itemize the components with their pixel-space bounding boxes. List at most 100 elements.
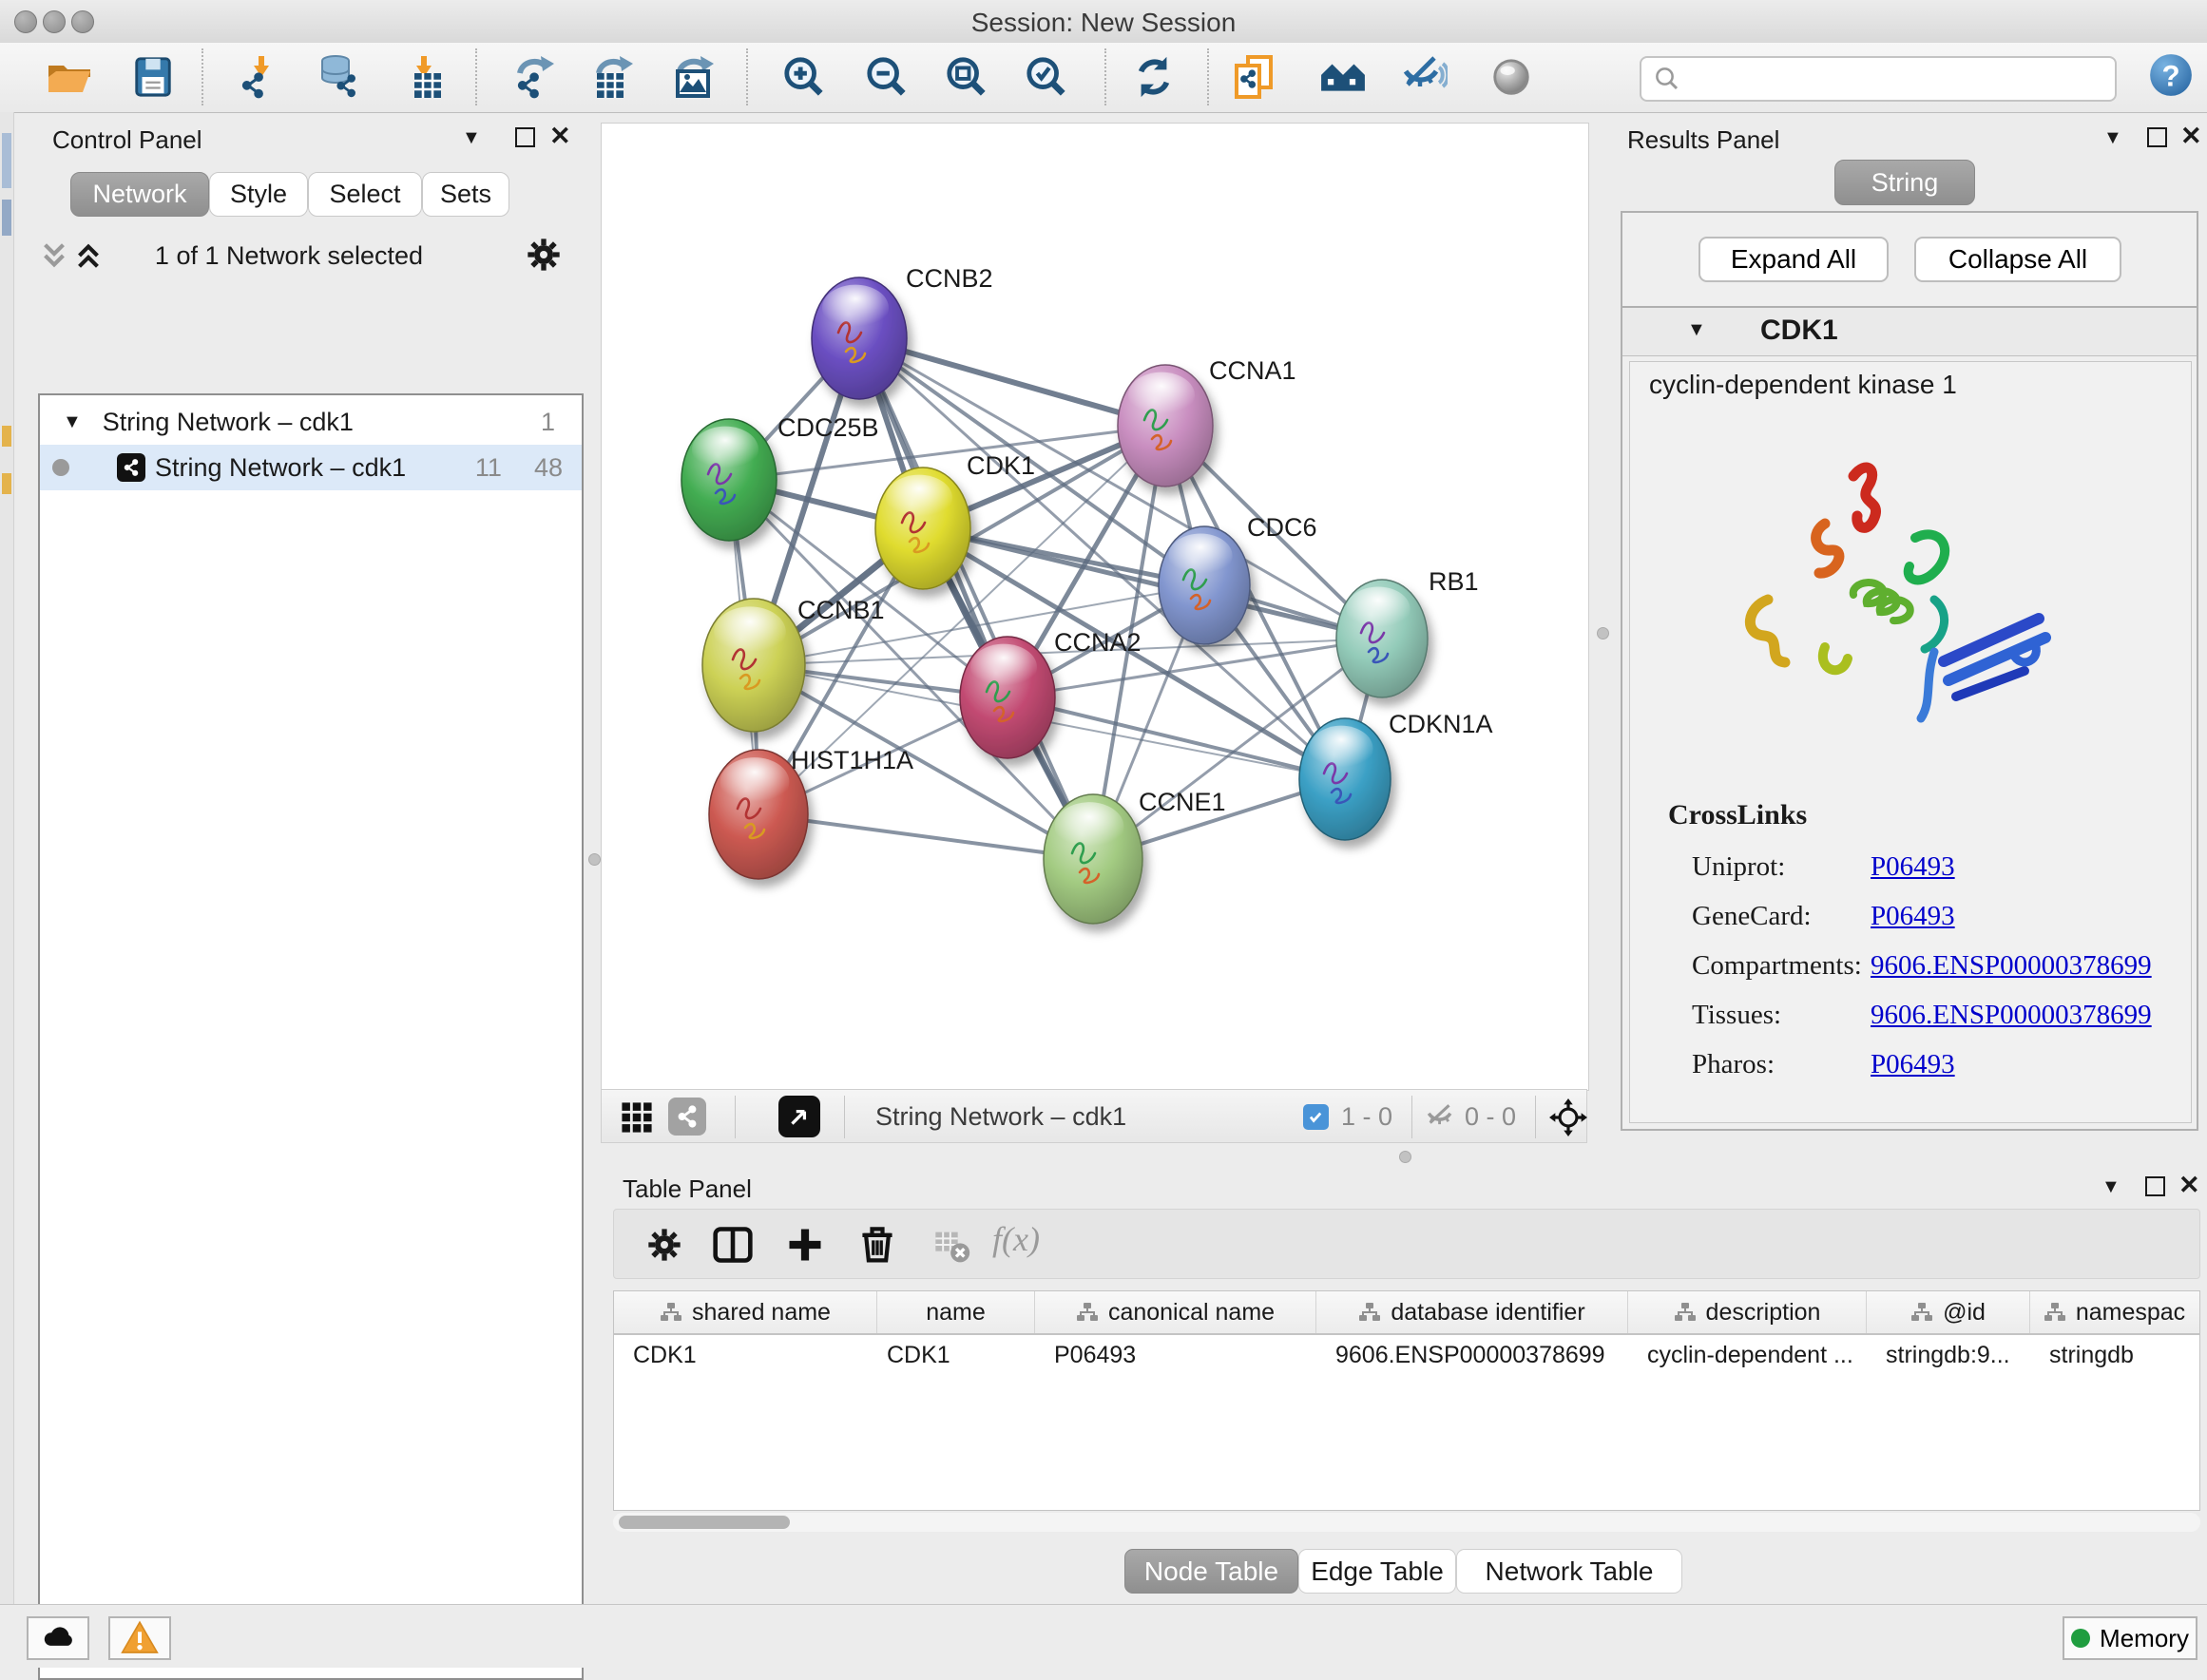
control-panel-title: Control Panel [52,125,202,155]
network-node-HIST1H1A[interactable]: HIST1H1A [709,746,913,879]
tab-network-table[interactable]: Network Table [1456,1549,1682,1594]
add-column-icon[interactable] [784,1224,826,1266]
panel-float-icon[interactable] [2145,1176,2165,1196]
split-column-icon[interactable] [712,1224,754,1266]
import-network-file-button[interactable] [235,52,284,102]
collapse-all-icon[interactable] [38,239,70,272]
grid-view-icon[interactable] [621,1101,653,1134]
tab-node-table[interactable]: Node Table [1124,1549,1298,1594]
zoom-out-button[interactable] [862,52,912,102]
export-image-button[interactable] [670,52,720,102]
collection-count: 1 [541,408,555,437]
tab-sets[interactable]: Sets [422,172,509,217]
column-header[interactable]: description [1628,1291,1867,1333]
panel-close-icon[interactable]: ✕ [2180,122,2202,151]
save-session-button[interactable] [128,52,178,102]
delete-column-icon[interactable] [856,1223,898,1265]
show-all-networks-button[interactable] [1318,52,1368,102]
zoom-in-button[interactable] [779,52,829,102]
pharos-link[interactable]: P06493 [1871,1040,2152,1089]
warning-status-button[interactable] [108,1616,171,1660]
hide-selected-button[interactable] [1400,52,1449,102]
panel-close-icon[interactable]: ✕ [549,122,571,151]
entry-collapse-caret-icon[interactable]: ▼ [1687,319,1706,341]
network-node-CDKN1A[interactable]: CDKN1A [1299,710,1493,840]
column-header[interactable]: namespac [2030,1291,2198,1333]
column-header[interactable]: @id [1867,1291,2030,1333]
entry-gene-name: CDK1 [1760,315,1838,347]
open-in-window-icon[interactable] [778,1096,820,1137]
show-graphics-details-button[interactable] [1487,52,1536,102]
network-node-CCNB1[interactable]: CCNB1 [702,596,885,732]
column-header[interactable]: canonical name [1035,1291,1316,1333]
node-label: CCNA1 [1209,356,1296,385]
export-network-icon [512,54,558,100]
function-builder-icon[interactable]: f(x) [992,1219,1040,1259]
import-table-file-button[interactable] [397,52,447,102]
help-button[interactable]: ? [2146,50,2196,100]
crosslinks-values: P06493 P06493 9606.ENSP00000378699 9606.… [1871,842,2152,1089]
node-label: CDK1 [967,451,1035,480]
string-result-entry: ▼ CDK1 cyclin-dependent kinase 1 [1621,306,2198,1131]
panel-menu-caret-icon[interactable]: ▼ [462,127,481,149]
genecard-link[interactable]: P06493 [1871,891,2152,941]
column-header[interactable]: database identifier [1316,1291,1628,1333]
compartments-link[interactable]: 9606.ENSP00000378699 [1871,941,2152,990]
export-table-icon [591,54,637,100]
zoom-selected-button[interactable] [1022,52,1071,102]
network-node-CCNE1[interactable]: CCNE1 [1044,788,1226,924]
panel-menu-caret-icon[interactable]: ▼ [2103,127,2122,149]
share-view-icon[interactable] [668,1098,706,1136]
panel-float-icon[interactable] [2147,127,2167,147]
hidden-eye-icon[interactable] [1425,1101,1457,1134]
apply-layout-button[interactable] [1129,52,1179,102]
tab-network[interactable]: Network [70,172,209,217]
collapsed-panel-mark [2,133,11,188]
memory-button[interactable]: Memory [2063,1616,2197,1660]
tab-edge-table[interactable]: Edge Table [1298,1549,1456,1594]
export-network-button[interactable] [510,52,560,102]
selected-checkbox-icon[interactable] [1303,1104,1329,1130]
gear-icon[interactable] [645,1226,683,1264]
network-node-RB1[interactable]: RB1 [1336,567,1479,697]
export-table-button[interactable] [589,52,639,102]
open-session-button[interactable] [45,52,94,102]
network-node-CDK1[interactable]: CDK1 [875,451,1035,589]
tab-style[interactable]: Style [209,172,308,217]
tab-select[interactable]: Select [308,172,422,217]
horizontal-scrollbar[interactable] [613,1513,2200,1532]
expand-all-button[interactable]: Expand All [1698,237,1889,282]
collapse-all-button[interactable]: Collapse All [1914,237,2121,282]
uniprot-link[interactable]: P06493 [1871,842,2152,891]
column-header[interactable]: name [877,1291,1035,1333]
zoom-fit-button[interactable] [942,52,991,102]
left-splitter-handle[interactable] [588,853,601,866]
network-tree-root-row[interactable]: ▼ String Network – cdk1 1 [40,399,582,445]
annotation-button[interactable] [1229,52,1278,102]
cloud-status-button[interactable] [27,1616,89,1660]
crosshair-icon[interactable] [1548,1098,1588,1137]
expand-all-icon[interactable] [72,239,105,272]
delete-table-icon[interactable] [932,1226,970,1264]
scrollbar-thumb[interactable] [619,1516,790,1529]
network-canvas[interactable]: CCNB2CCNA1CDC25BCDK1CDC6RB1CCNB1CCNA2CDK… [601,123,1589,1091]
network-node-CDC6[interactable]: CDC6 [1159,513,1317,644]
zoom-fit-icon [945,55,988,99]
horizontal-splitter-handle[interactable] [1399,1151,1411,1163]
table-row[interactable]: CDK1 CDK1 P06493 9606.ENSP00000378699 cy… [614,1335,2199,1375]
search-input[interactable] [1689,64,2101,95]
node-table: shared name name canonical name database… [613,1290,2200,1511]
import-network-database-button[interactable] [315,52,364,102]
entry-header[interactable]: ▼ CDK1 [1622,308,2197,356]
column-header[interactable]: shared name [614,1291,877,1333]
panel-close-icon[interactable]: ✕ [2178,1171,2200,1200]
panel-menu-caret-icon[interactable]: ▼ [2101,1176,2121,1198]
tab-string[interactable]: String [1834,160,1975,205]
tissues-link[interactable]: 9606.ENSP00000378699 [1871,990,2152,1040]
panel-float-icon[interactable] [515,127,535,147]
status-bar: Memory [0,1604,2207,1668]
tree-expand-caret-icon[interactable]: ▼ [63,411,82,433]
network-view-toolbar: String Network – cdk1 1 - 0 0 - 0 [601,1089,1587,1143]
network-tree-row-selected[interactable]: String Network – cdk1 11 48 [40,445,582,490]
gear-icon[interactable] [525,236,563,274]
